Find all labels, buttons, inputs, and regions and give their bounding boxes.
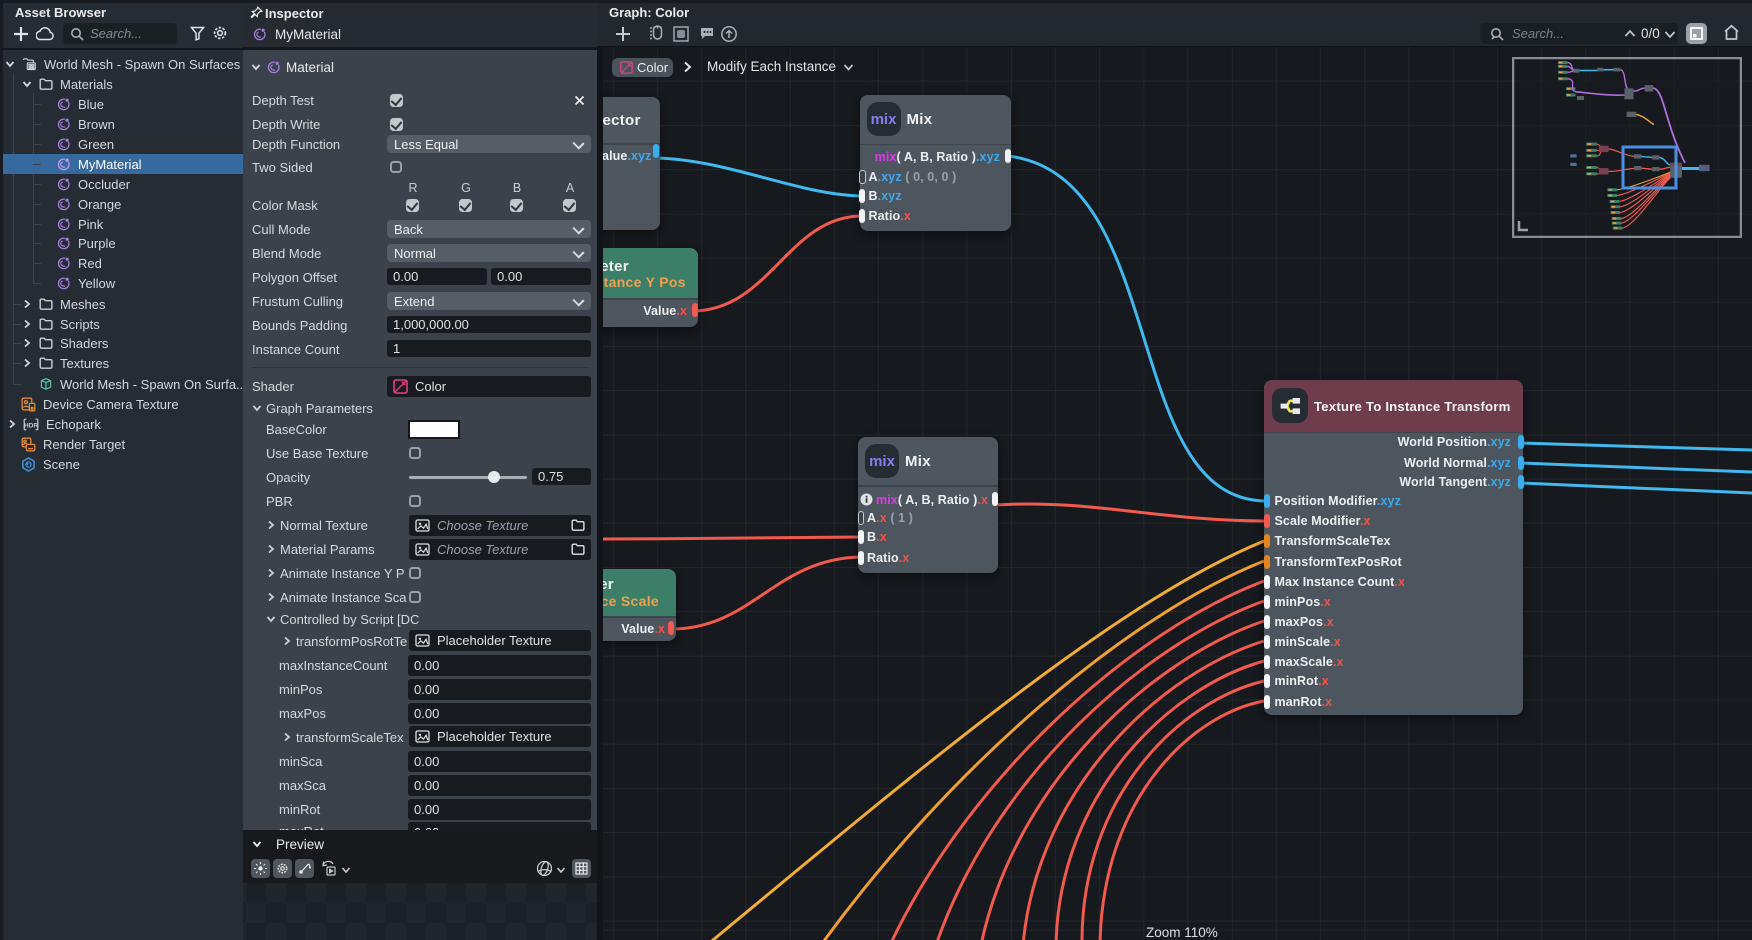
svg-text:HDR: HDR [24,422,38,429]
